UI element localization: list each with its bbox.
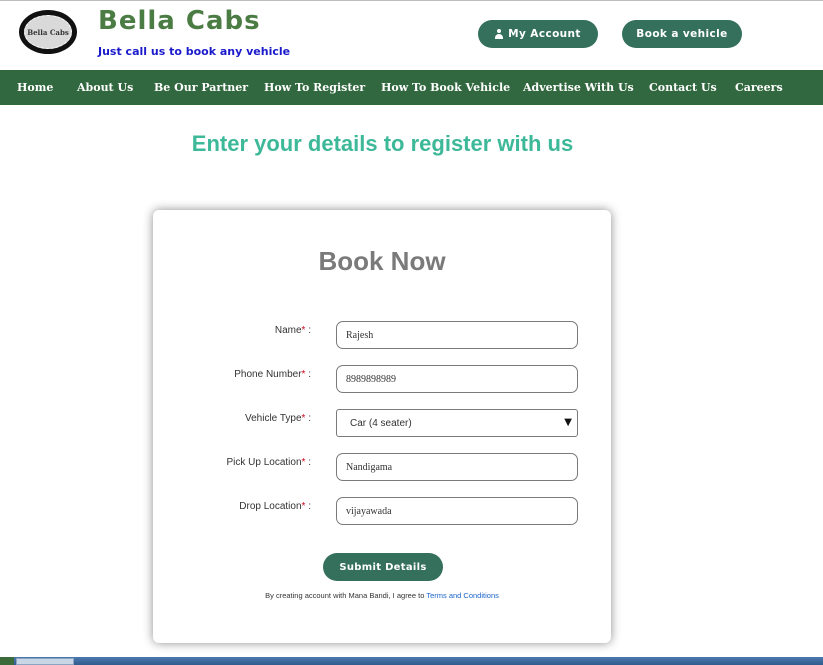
drop-label: Drop Location* : xyxy=(239,501,311,512)
vehicle-type-select[interactable]: Car (4 seater) ▼ xyxy=(336,409,578,437)
nav-item-contact-us[interactable]: Contact Us xyxy=(649,70,717,105)
nav-item-advertise-with-us[interactable]: Advertise With Us xyxy=(523,70,634,105)
dropdown-arrow-icon: ▼ xyxy=(564,417,572,428)
required-mark: * xyxy=(301,369,306,380)
pickup-label: Pick Up Location* : xyxy=(226,457,311,468)
terms-text: By creating account with Mana Bandi, I a… xyxy=(265,591,427,600)
book-vehicle-button[interactable]: Book a vehicle xyxy=(622,20,742,48)
phone-row: Phone Number* : xyxy=(153,365,611,393)
nav-item-how-to-book-vehicle[interactable]: How To Book Vehicle xyxy=(381,70,510,105)
terms-notice: By creating account with Mana Bandi, I a… xyxy=(153,591,611,600)
nav-item-home[interactable]: Home xyxy=(17,70,53,105)
phone-input[interactable] xyxy=(336,365,578,393)
required-mark: * xyxy=(301,325,306,336)
logo-text: Bella Cabs xyxy=(27,27,69,37)
register-heading: Enter your details to register with us xyxy=(191,131,574,156)
drop-label-text: Drop Location xyxy=(239,501,302,512)
pickup-row: Pick Up Location* : xyxy=(153,453,611,481)
vehicle-type-label-text: Vehicle Type xyxy=(245,413,302,424)
required-mark: * xyxy=(301,457,306,468)
phone-label: Phone Number* : xyxy=(234,369,311,380)
name-label-text: Name xyxy=(274,325,302,336)
nav-item-how-to-register[interactable]: How To Register xyxy=(264,70,365,105)
vehicle-type-row: Vehicle Type* : Car (4 seater) ▼ xyxy=(153,409,611,437)
brand-name[interactable]: Bella Cabs xyxy=(98,6,261,36)
booking-card: Book Now Name* : Phone Number* : Vehicle… xyxy=(153,210,611,643)
name-label: Name* : xyxy=(274,325,311,336)
phone-label-text: Phone Number xyxy=(234,369,302,380)
main-nav: Home About Us Be Our Partner How To Regi… xyxy=(0,70,823,105)
name-input[interactable] xyxy=(336,321,578,349)
required-mark: * xyxy=(301,501,306,512)
book-now-title: Book Now xyxy=(318,246,446,276)
my-account-label: My Account xyxy=(508,28,581,40)
my-account-button[interactable]: My Account xyxy=(478,20,598,48)
logo-ring: Bella Cabs xyxy=(24,15,72,49)
start-button[interactable] xyxy=(0,657,14,665)
taskbar-button[interactable] xyxy=(16,658,74,665)
taskbar xyxy=(0,657,823,665)
nav-item-be-our-partner[interactable]: Be Our Partner xyxy=(154,70,248,105)
top-border xyxy=(0,0,823,1)
nav-item-about-us[interactable]: About Us xyxy=(77,70,133,105)
pickup-location-input[interactable] xyxy=(336,453,578,481)
drop-row: Drop Location* : xyxy=(153,497,611,525)
submit-details-button[interactable]: Submit Details xyxy=(323,553,443,581)
vehicle-type-value: Car (4 seater) xyxy=(350,418,412,429)
required-mark: * xyxy=(301,413,306,424)
drop-location-input[interactable] xyxy=(336,497,578,525)
terms-link[interactable]: Terms and Conditions xyxy=(426,591,499,600)
pickup-label-text: Pick Up Location xyxy=(226,457,302,468)
user-icon xyxy=(495,29,504,39)
bella-cabs-logo[interactable]: Bella Cabs xyxy=(19,10,77,54)
tagline: Just call us to book any vehicle xyxy=(98,45,291,58)
vehicle-type-label: Vehicle Type* : xyxy=(245,413,311,424)
book-vehicle-label: Book a vehicle xyxy=(636,28,728,40)
nav-item-careers[interactable]: Careers xyxy=(735,70,783,105)
name-row: Name* : xyxy=(153,321,611,349)
